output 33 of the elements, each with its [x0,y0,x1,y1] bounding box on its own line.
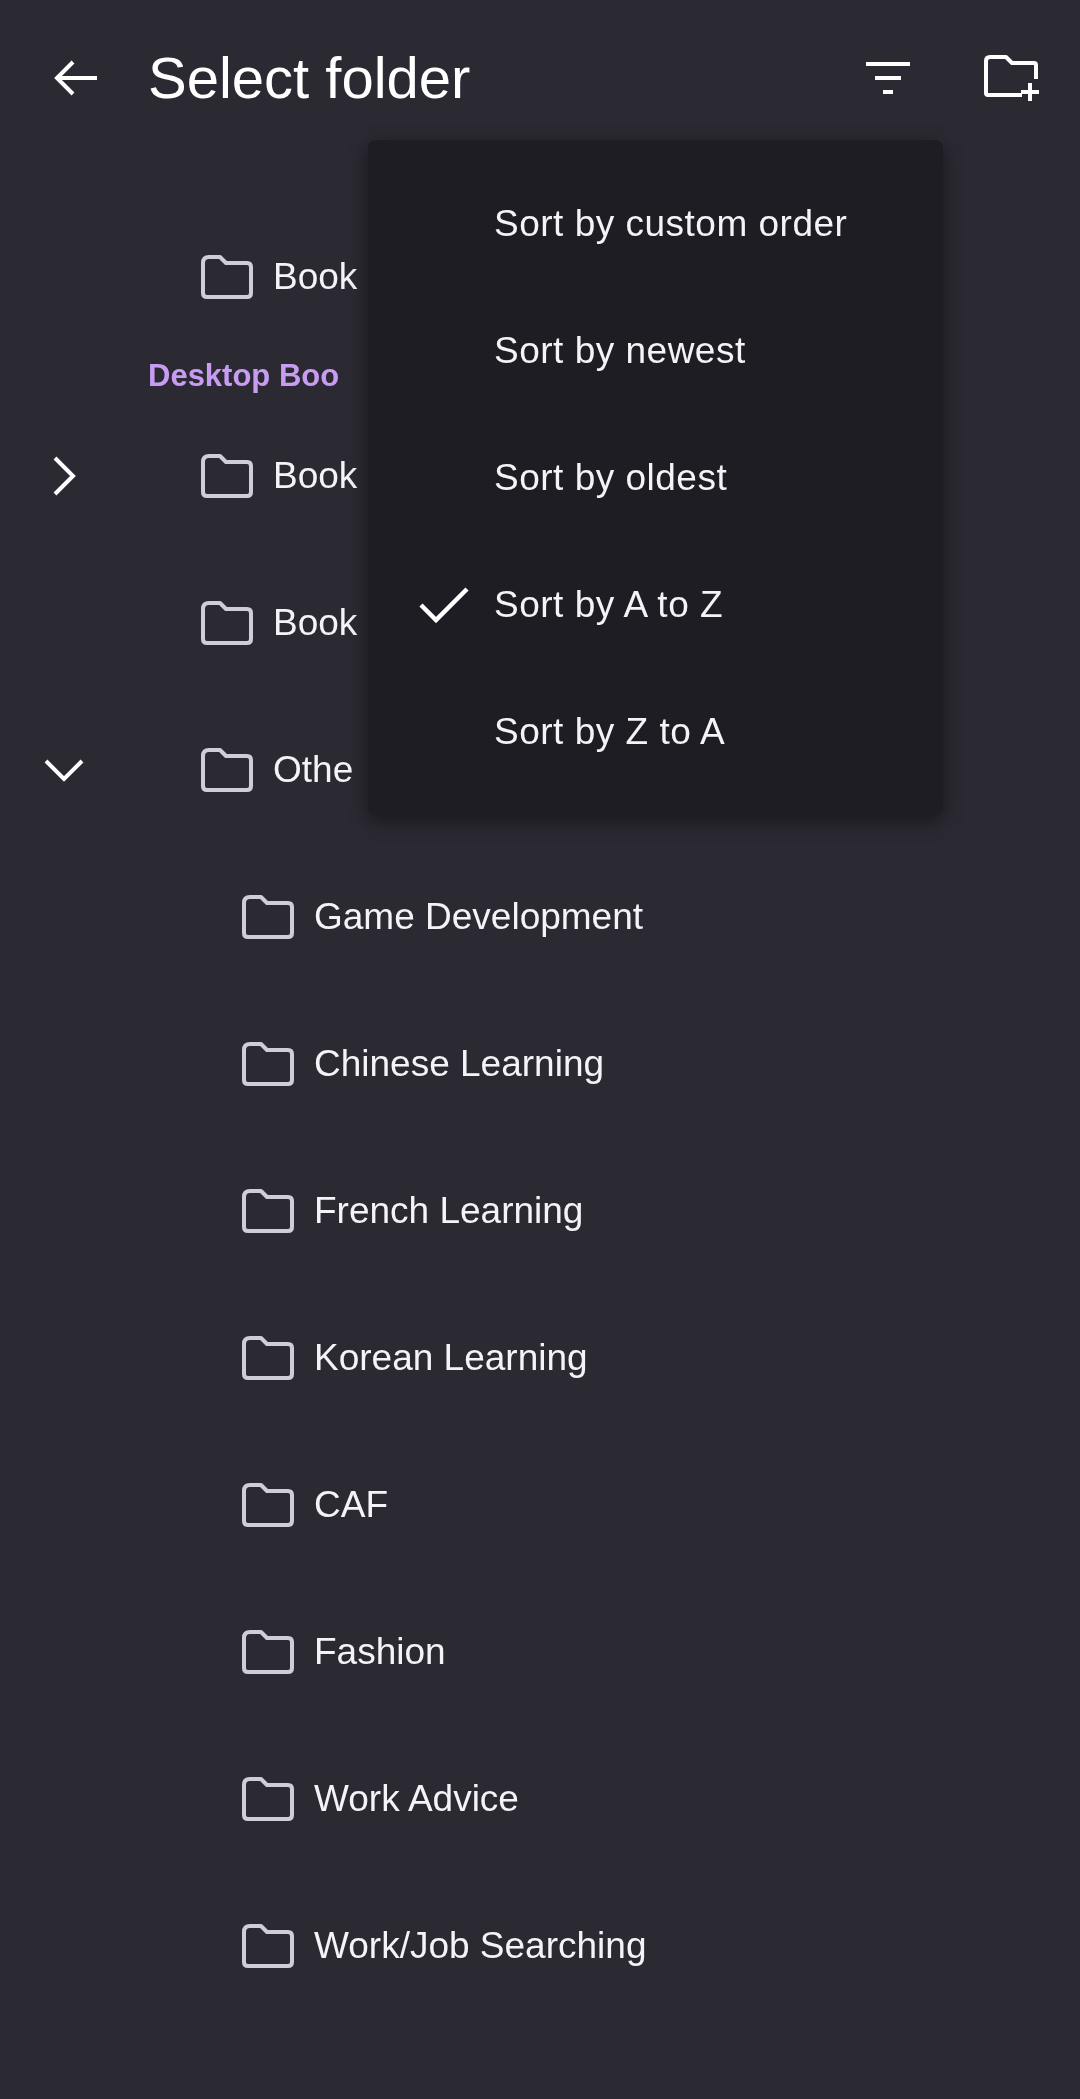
folder-add-icon [982,52,1042,103]
folder-icon [241,1481,295,1528]
menu-item[interactable]: Sort by Z to A [368,668,943,795]
menu-item[interactable]: Sort by oldest [368,414,943,541]
folder-icon [241,1628,295,1675]
folder-name: Othe [273,747,354,792]
folder-name: Korean Learning [314,1335,588,1380]
folder-icon [241,1040,295,1087]
folder-icon [241,1187,295,1234]
folder-icon [241,1922,295,1969]
folder-name: CAF [314,1482,388,1527]
folder-name: Game Development [314,894,644,939]
folder-name: Work/Job Searching [314,1923,647,1968]
folder-icon [241,893,295,940]
folder-icon [200,452,254,499]
folder-name: Book [273,453,358,498]
menu-item[interactable]: Sort by A to Z [368,541,943,668]
folder-name: Chinese Learning [314,1041,605,1086]
menu-item[interactable]: Sort by custom order [368,160,943,287]
folder-name: Book [273,600,358,645]
folder-name: Book [273,254,358,299]
folder-icon [200,746,254,793]
folder-name: Fashion [314,1629,446,1674]
folder-name: French Learning [314,1188,584,1233]
folder-icon [200,599,254,646]
screen-title: Select folder [148,48,471,107]
folder-icon [241,1334,295,1381]
menu-item[interactable]: Sort by newest [368,287,943,414]
folder-icon [200,253,254,300]
section-heading: Desktop Boo [148,356,340,395]
filter-icon [866,60,910,95]
folder-icon [241,1775,295,1822]
folder-name: Work Advice [314,1776,519,1821]
